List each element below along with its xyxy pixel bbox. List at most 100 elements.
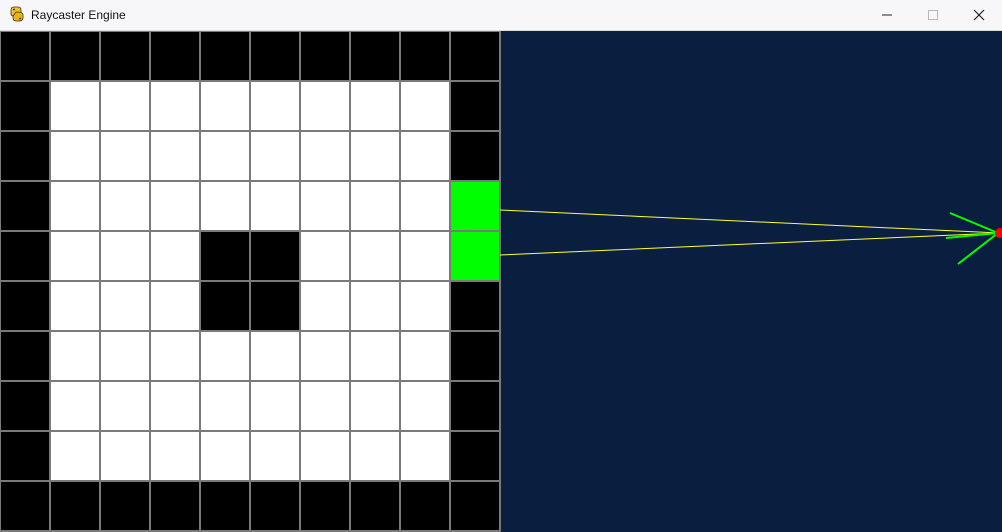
map-cell-floor bbox=[251, 382, 299, 430]
map-cell-wall bbox=[451, 282, 499, 330]
map-cell-wall bbox=[1, 182, 49, 230]
map-cell-wall bbox=[1, 82, 49, 130]
map-cell-floor bbox=[251, 432, 299, 480]
map-cell-wall bbox=[451, 32, 499, 80]
map-cell-wall bbox=[451, 432, 499, 480]
map-cell-floor bbox=[201, 132, 249, 180]
map-cell-floor bbox=[51, 82, 99, 130]
map-cell-wall bbox=[401, 32, 449, 80]
title-bar[interactable]: Raycaster Engine bbox=[0, 0, 1002, 31]
map-cell-wall bbox=[1, 332, 49, 380]
map-cell-wall bbox=[1, 432, 49, 480]
game-canvas[interactable] bbox=[0, 31, 1002, 532]
map-cell-wall bbox=[251, 32, 299, 80]
map-cell-floor bbox=[301, 232, 349, 280]
map-cell-wall bbox=[1, 132, 49, 180]
map-cell-floor bbox=[51, 282, 99, 330]
map-cell-floor bbox=[151, 132, 199, 180]
map-cell-wall bbox=[151, 482, 199, 530]
map-cell-floor bbox=[351, 82, 399, 130]
map-cell-floor bbox=[301, 182, 349, 230]
map-cell-hit bbox=[451, 182, 499, 230]
map-cell-floor bbox=[351, 232, 399, 280]
map-cell-floor bbox=[151, 232, 199, 280]
map-cell-floor bbox=[101, 232, 149, 280]
maximize-button[interactable] bbox=[910, 0, 956, 30]
map-cell-floor bbox=[101, 382, 149, 430]
map-cell-floor bbox=[251, 82, 299, 130]
map-cell-floor bbox=[201, 332, 249, 380]
map-cell-floor bbox=[301, 132, 349, 180]
map-cell-wall bbox=[1, 382, 49, 430]
map-cell-floor bbox=[151, 382, 199, 430]
map-cell-wall bbox=[201, 32, 249, 80]
map-cell-wall bbox=[451, 82, 499, 130]
map-cell-floor bbox=[351, 382, 399, 430]
map-cell-floor bbox=[351, 282, 399, 330]
map-cell-floor bbox=[51, 332, 99, 380]
map-cell-floor bbox=[351, 432, 399, 480]
map-cell-wall bbox=[301, 32, 349, 80]
map-cell-wall bbox=[251, 232, 299, 280]
map-cell-wall bbox=[451, 332, 499, 380]
map-cell-wall bbox=[101, 482, 149, 530]
map-cell-floor bbox=[51, 382, 99, 430]
python-snake-icon bbox=[10, 6, 24, 22]
map-cell-floor bbox=[351, 182, 399, 230]
map-cell-floor bbox=[401, 332, 449, 380]
maximize-icon bbox=[928, 10, 938, 20]
map-cell-floor bbox=[101, 332, 149, 380]
map-cell-wall bbox=[251, 282, 299, 330]
close-button[interactable] bbox=[956, 0, 1002, 30]
map-cell-floor bbox=[401, 432, 449, 480]
map-cell-floor bbox=[401, 132, 449, 180]
map-cell-wall bbox=[201, 482, 249, 530]
map-cell-wall bbox=[151, 32, 199, 80]
map-cell-floor bbox=[401, 282, 449, 330]
map-cell-floor bbox=[401, 382, 449, 430]
map-cell-floor bbox=[401, 232, 449, 280]
map-cell-floor bbox=[151, 432, 199, 480]
map-cell-wall bbox=[1, 482, 49, 530]
minimize-icon bbox=[882, 14, 892, 16]
map-cell-floor bbox=[201, 382, 249, 430]
window-title: Raycaster Engine bbox=[31, 8, 126, 22]
map-cell-floor bbox=[351, 332, 399, 380]
map-cell-wall bbox=[1, 32, 49, 80]
map-cell-floor bbox=[101, 132, 149, 180]
map-cell-floor bbox=[51, 182, 99, 230]
map-cell-floor bbox=[101, 82, 149, 130]
map-cell-floor bbox=[301, 282, 349, 330]
map-cell-wall bbox=[351, 32, 399, 80]
map-cell-floor bbox=[401, 82, 449, 130]
map-cell-wall bbox=[401, 482, 449, 530]
map-cell-wall bbox=[351, 482, 399, 530]
map-cell-floor bbox=[301, 332, 349, 380]
map-cell-floor bbox=[251, 332, 299, 380]
map-cell-floor bbox=[301, 432, 349, 480]
map-cell-wall bbox=[51, 32, 99, 80]
raycaster-window: Raycaster Engine bbox=[0, 0, 1002, 532]
map-cell-floor bbox=[401, 182, 449, 230]
map-cell-wall bbox=[1, 282, 49, 330]
map-cell-floor bbox=[151, 182, 199, 230]
map-cell-floor bbox=[101, 182, 149, 230]
map-cell-wall bbox=[201, 282, 249, 330]
close-icon bbox=[973, 9, 985, 21]
map-cell-wall bbox=[51, 482, 99, 530]
map-cell-wall bbox=[451, 382, 499, 430]
map-cell-floor bbox=[51, 432, 99, 480]
map-cell-floor bbox=[351, 132, 399, 180]
map-cell-wall bbox=[301, 482, 349, 530]
minimize-button[interactable] bbox=[864, 0, 910, 30]
map-cell-floor bbox=[151, 332, 199, 380]
map-cell-wall bbox=[451, 132, 499, 180]
map-cell-wall bbox=[1, 232, 49, 280]
map-cell-floor bbox=[201, 82, 249, 130]
map-cell-floor bbox=[301, 382, 349, 430]
map-cell-floor bbox=[251, 132, 299, 180]
map-cell-floor bbox=[51, 132, 99, 180]
map-cell-floor bbox=[251, 182, 299, 230]
map-cell-floor bbox=[101, 432, 149, 480]
top-down-map bbox=[0, 31, 501, 532]
